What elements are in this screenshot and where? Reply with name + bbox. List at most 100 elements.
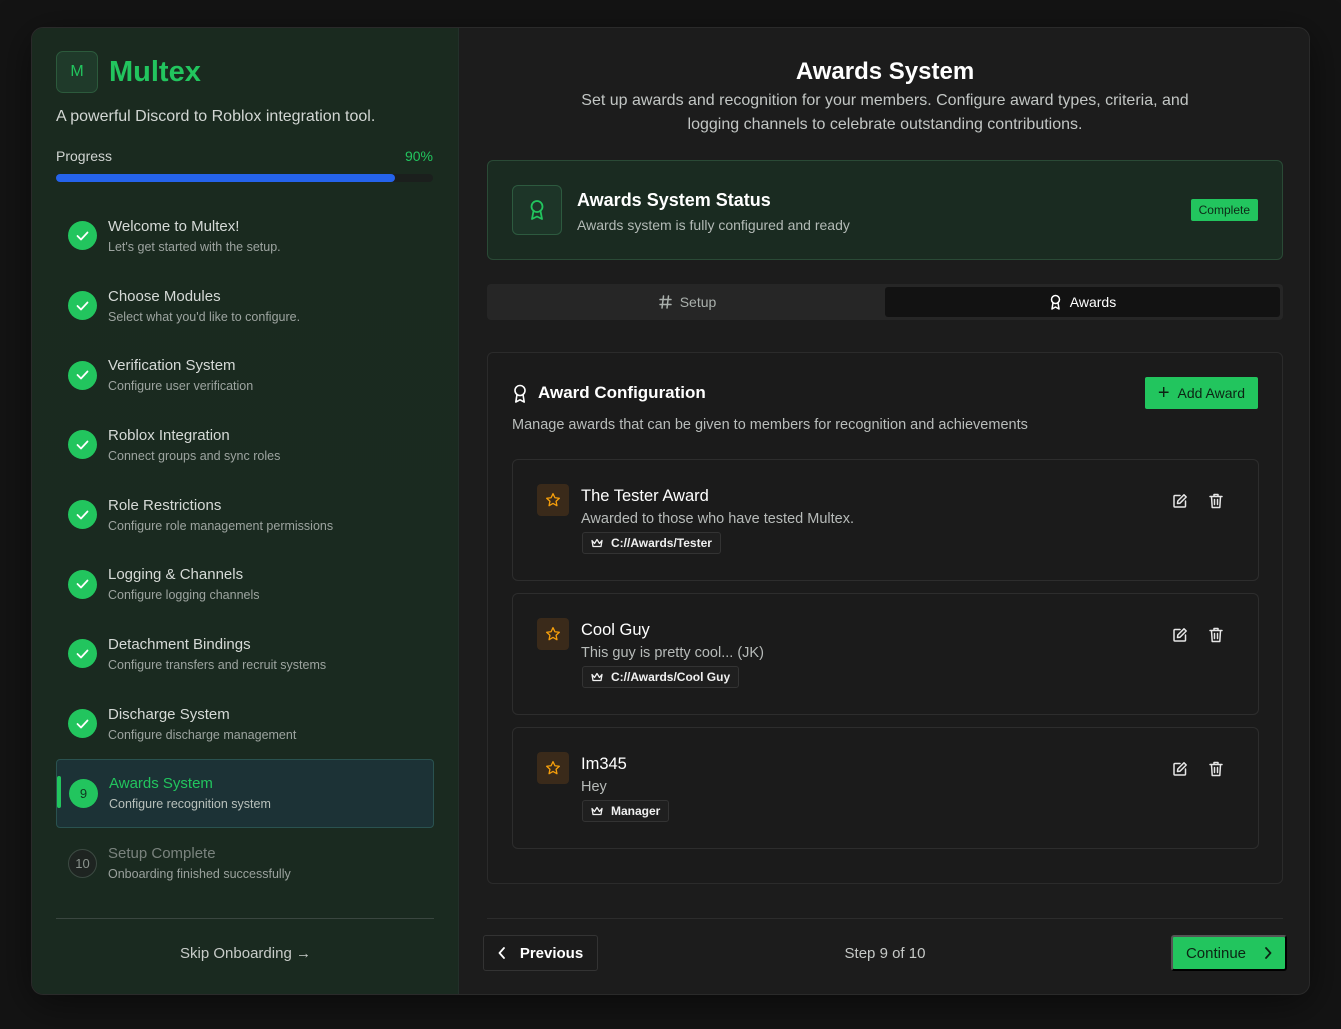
step-description: Configure transfers and recruit systems xyxy=(108,657,327,672)
award-configuration-card: Award Configuration Manage awards that c… xyxy=(487,352,1283,884)
step-title: Setup Complete xyxy=(108,845,216,863)
step-text: Role Restrictions Configure role manageme… xyxy=(108,497,333,533)
sidebar-divider xyxy=(56,918,434,919)
logo-icon: M xyxy=(56,51,98,93)
tab-setup[interactable]: Setup xyxy=(490,287,885,317)
check-icon xyxy=(68,221,97,251)
add-award-button[interactable]: + Add Award xyxy=(1144,377,1258,409)
award-item: The Tester Award Awarded to those who hav… xyxy=(512,459,1259,581)
tab-awards-label: Awards xyxy=(1069,294,1117,310)
step-number: 10 xyxy=(68,848,97,878)
award-role-text: C://Awards/Cool Guy xyxy=(611,670,731,684)
check-icon xyxy=(68,291,97,321)
step-description: Let's get started with the setup. xyxy=(108,239,281,254)
step-list: Welcome to Multex! Let's get started with… xyxy=(56,201,434,898)
check-icon xyxy=(68,430,97,460)
step-description: Configure recognition system xyxy=(109,797,271,812)
step-title: Role Restrictions xyxy=(108,496,222,514)
sidebar: M Multex A powerful Discord to Roblox in… xyxy=(32,28,459,994)
tagline: A powerful Discord to Roblox integration… xyxy=(56,108,376,125)
step-text: Detachment Bindings Configure transfers a… xyxy=(108,636,326,672)
status-badge: Complete xyxy=(1190,199,1258,221)
award-actions xyxy=(1171,492,1225,510)
award-role-badge: C://Awards/Cool Guy xyxy=(582,666,740,688)
page-title: Awards System xyxy=(795,58,975,85)
trash-icon[interactable] xyxy=(1207,626,1225,644)
step-item[interactable]: Welcome to Multex! Let's get started with… xyxy=(56,201,434,271)
award-name: Im345 xyxy=(581,755,627,773)
star-icon xyxy=(537,752,569,784)
step-item[interactable]: Verification System Configure user verifi… xyxy=(56,340,434,410)
step-item[interactable]: Logging & Channels Configure logging chan… xyxy=(56,549,434,619)
continue-button[interactable]: Continue xyxy=(1171,935,1287,971)
award-name: Cool Guy xyxy=(581,621,650,639)
trash-icon[interactable] xyxy=(1207,760,1225,778)
status-description: Awards system is fully configured and re… xyxy=(577,217,850,233)
check-icon xyxy=(68,709,97,739)
step-title: Discharge System xyxy=(108,705,230,723)
award-role-badge: C://Awards/Tester xyxy=(582,532,721,554)
config-description: Manage awards that can be given to membe… xyxy=(512,417,1028,433)
step-item[interactable]: Roblox Integration Connect groups and syn… xyxy=(56,410,434,480)
step-item[interactable]: Discharge System Configure discharge mana… xyxy=(56,689,434,759)
footer-divider xyxy=(487,918,1283,919)
edit-icon[interactable] xyxy=(1171,626,1189,644)
step-item[interactable]: Detachment Bindings Configure transfers a… xyxy=(56,619,434,689)
main-panel: Awards System Set up awards and recognit… xyxy=(459,28,1309,994)
logo-letter: M xyxy=(70,63,84,80)
check-icon xyxy=(68,500,97,530)
brand-name: Multex xyxy=(109,55,201,88)
step-title: Detachment Bindings xyxy=(108,635,251,653)
status-title: Awards System Status xyxy=(577,190,771,210)
award-icon xyxy=(1049,294,1062,310)
step-text: Discharge System Configure discharge mana… xyxy=(108,706,296,742)
step-item[interactable]: 9 Awards System Configure recognition syst… xyxy=(56,758,434,829)
award-actions xyxy=(1171,760,1225,778)
edit-icon[interactable] xyxy=(1171,760,1189,778)
step-description: Configure role management permissions xyxy=(108,518,334,533)
trash-icon[interactable] xyxy=(1207,492,1225,510)
config-title: Award Configuration xyxy=(512,383,706,403)
edit-icon[interactable] xyxy=(1171,492,1189,510)
step-text: Awards System Configure recognition syste… xyxy=(109,775,271,811)
progress-fill xyxy=(56,174,396,182)
award-actions xyxy=(1171,626,1225,644)
tab-bar: Setup Awards xyxy=(487,284,1283,320)
hash-icon xyxy=(658,295,672,309)
step-title: Roblox Integration xyxy=(108,426,230,444)
plus-icon: + xyxy=(1157,382,1170,404)
check-icon xyxy=(68,569,97,599)
tab-awards[interactable]: Awards xyxy=(885,287,1280,317)
award-description: Awarded to those who have tested Multex. xyxy=(581,511,854,527)
step-text: Logging & Channels Configure logging chan… xyxy=(108,566,260,602)
progress-bar xyxy=(56,174,433,182)
step-title: Logging & Channels xyxy=(108,566,244,584)
star-icon xyxy=(537,484,569,516)
award-icon xyxy=(514,384,526,403)
step-description: Configure user verification xyxy=(108,379,254,394)
step-item[interactable]: 10 Setup Complete Onboarding finished succ… xyxy=(56,828,434,898)
add-award-label: Add Award xyxy=(1177,385,1245,401)
status-card: Awards System Status Awards system is fu… xyxy=(487,160,1283,260)
config-title-text: Award Configuration xyxy=(538,383,706,402)
brand: M Multex xyxy=(56,51,201,93)
continue-label: Continue xyxy=(1185,944,1247,962)
step-item[interactable]: Choose Modules Select what you'd like to … xyxy=(56,271,434,341)
step-description: Configure discharge management xyxy=(108,727,297,742)
skip-onboarding-link[interactable]: Skip Onboarding → xyxy=(32,945,459,962)
step-text: Welcome to Multex! Let's get started with… xyxy=(108,218,281,254)
step-text: Setup Complete Onboarding finished succes… xyxy=(108,845,291,881)
onboarding-window: M Multex A powerful Discord to Roblox in… xyxy=(31,27,1310,995)
progress-percent: 90% xyxy=(404,148,433,164)
step-description: Configure logging channels xyxy=(108,588,260,603)
progress-label: Progress xyxy=(56,148,113,164)
step-text: Choose Modules Select what you'd like to … xyxy=(108,288,300,324)
award-role-badge: Manager xyxy=(582,800,670,822)
award-item: Cool Guy This guy is pretty cool... (JK) C… xyxy=(512,593,1259,715)
step-title: Welcome to Multex! xyxy=(108,217,240,235)
award-role-text: C://Awards/Tester xyxy=(611,536,712,550)
step-item[interactable]: Role Restrictions Configure role manageme… xyxy=(56,480,434,550)
crown-icon xyxy=(591,806,603,816)
award-description: This guy is pretty cool... (JK) xyxy=(581,645,764,661)
step-description: Select what you'd like to configure. xyxy=(108,309,301,324)
